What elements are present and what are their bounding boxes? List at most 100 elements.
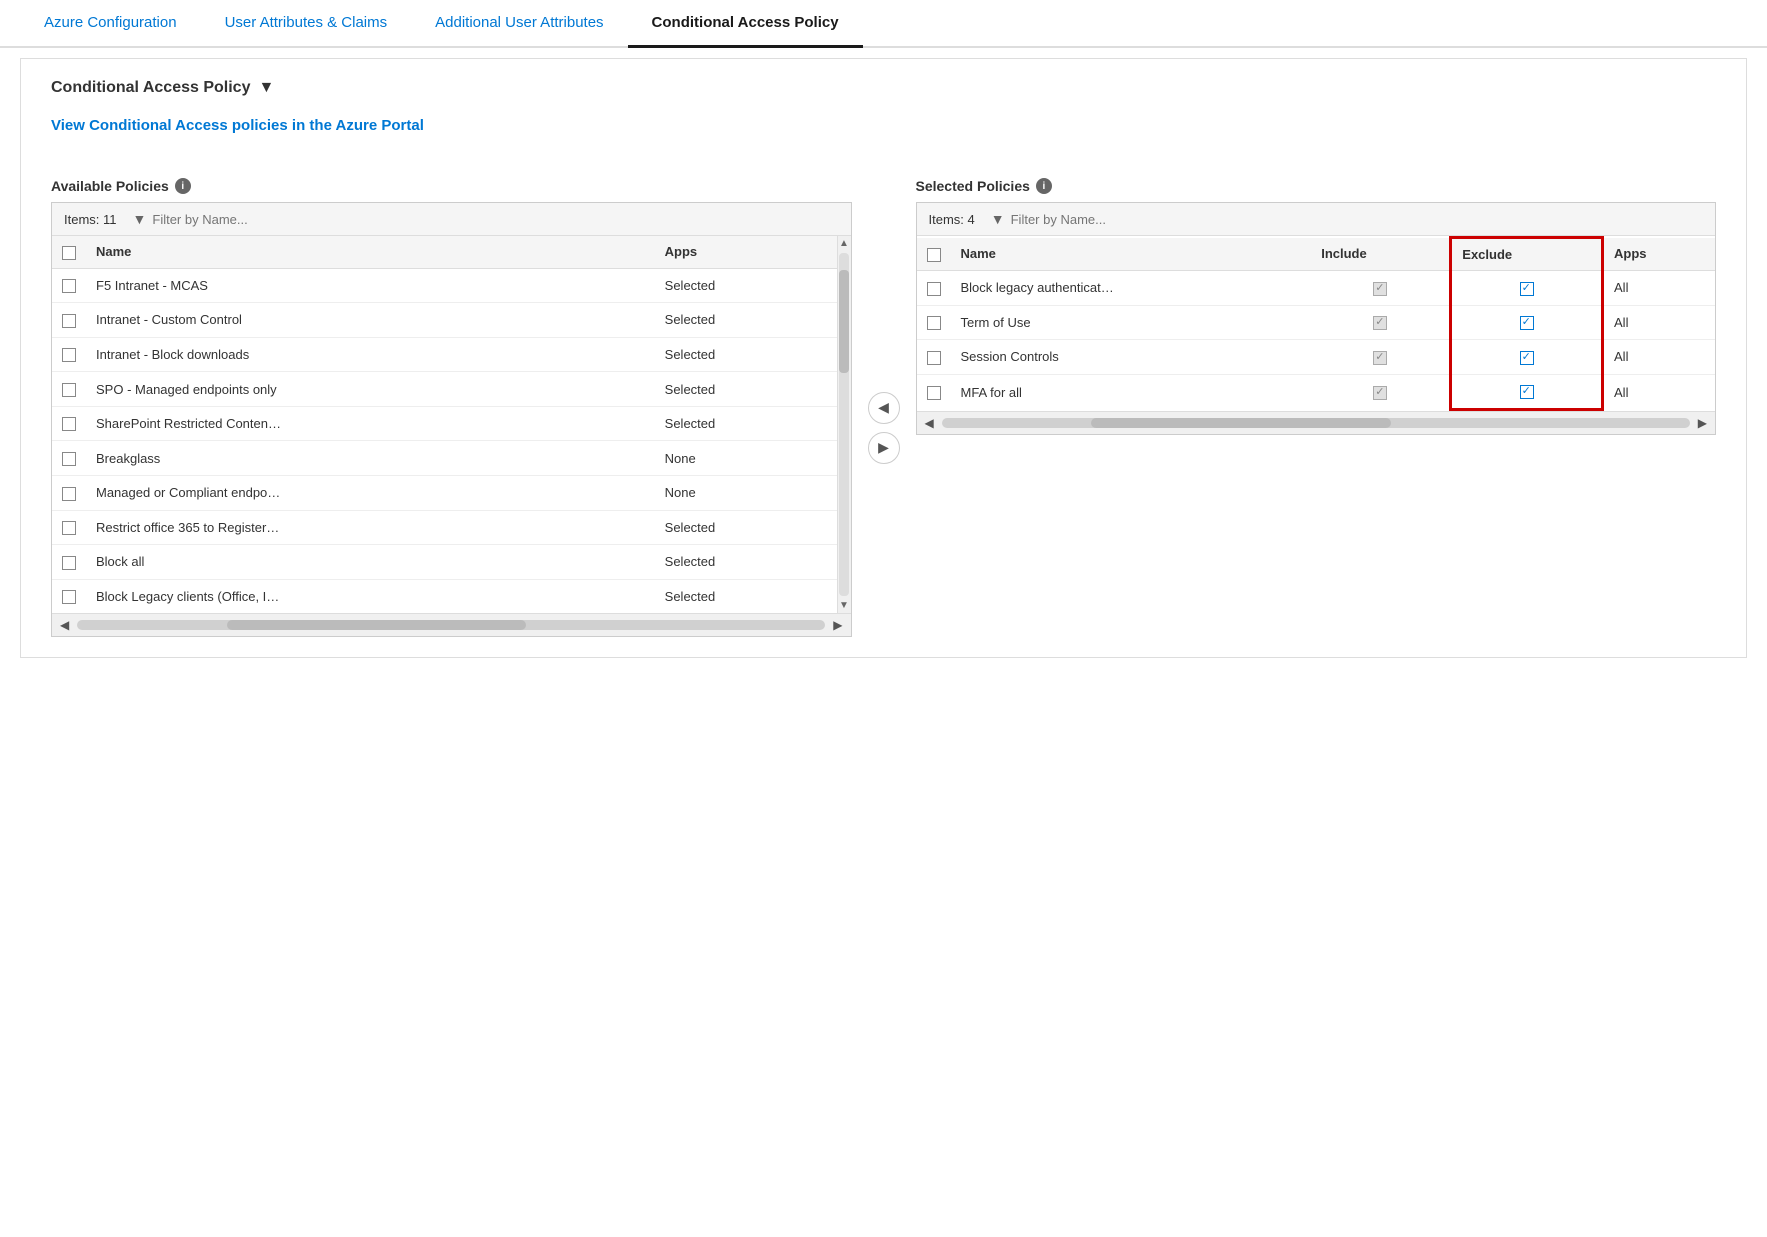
available-row-apps-4: Selected bbox=[655, 406, 851, 441]
available-policy-row: Intranet - Custom Control Selected bbox=[52, 303, 851, 338]
selected-scroll-right[interactable]: ▶ bbox=[1698, 416, 1707, 430]
available-row-name-0: F5 Intranet - MCAS bbox=[86, 268, 655, 303]
available-policy-row: Block all Selected bbox=[52, 545, 851, 580]
available-row-checkbox-6[interactable] bbox=[62, 487, 76, 501]
section-dropdown-icon[interactable]: ▼ bbox=[258, 79, 274, 97]
selected-exclude-checkbox-1[interactable] bbox=[1520, 316, 1534, 330]
selected-include-checkbox-1[interactable] bbox=[1373, 316, 1387, 330]
selected-col-apps: Apps bbox=[1603, 238, 1715, 271]
azure-portal-link[interactable]: View Conditional Access policies in the … bbox=[51, 117, 424, 134]
available-row-apps-8: Selected bbox=[655, 545, 851, 580]
available-row-checkbox-8[interactable] bbox=[62, 556, 76, 570]
selected-policy-row: Session Controls All bbox=[917, 340, 1716, 375]
available-row-name-2: Intranet - Block downloads bbox=[86, 337, 655, 372]
available-row-apps-9: Selected bbox=[655, 579, 851, 613]
selected-row-checkbox-1[interactable] bbox=[927, 316, 941, 330]
available-row-checkbox-5[interactable] bbox=[62, 452, 76, 466]
selected-include-checkbox-2[interactable] bbox=[1373, 351, 1387, 365]
available-items-count: Items: 11 bbox=[64, 212, 117, 227]
available-policy-row: SharePoint Restricted Conten… Selected bbox=[52, 406, 851, 441]
selected-row-checkbox-0[interactable] bbox=[927, 282, 941, 296]
available-scroll-thumb bbox=[227, 620, 526, 630]
selected-col-include: Include bbox=[1311, 238, 1451, 271]
available-select-all-checkbox[interactable] bbox=[62, 246, 76, 260]
available-row-apps-1: Selected bbox=[655, 303, 851, 338]
selected-row-include-3 bbox=[1311, 374, 1451, 410]
tab-conditional-access[interactable]: Conditional Access Policy bbox=[628, 0, 863, 48]
available-row-name-9: Block Legacy clients (Office, I… bbox=[86, 579, 655, 613]
selected-row-name-2: Session Controls bbox=[951, 340, 1312, 375]
selected-row-name-3: MFA for all bbox=[951, 374, 1312, 410]
selected-row-exclude-3 bbox=[1451, 374, 1603, 410]
available-row-name-3: SPO - Managed endpoints only bbox=[86, 372, 655, 407]
vert-scroll-down[interactable]: ▼ bbox=[837, 598, 851, 613]
selected-scroll-track[interactable] bbox=[942, 418, 1690, 428]
available-row-checkbox-9[interactable] bbox=[62, 590, 76, 604]
selected-row-apps-1: All bbox=[1603, 305, 1715, 340]
available-row-checkbox-7[interactable] bbox=[62, 521, 76, 535]
selected-row-include-2 bbox=[1311, 340, 1451, 375]
available-row-apps-2: Selected bbox=[655, 337, 851, 372]
selected-exclude-checkbox-3[interactable] bbox=[1520, 385, 1534, 399]
available-row-name-5: Breakglass bbox=[86, 441, 655, 476]
selected-policies-toolbar: Items: 4 ▼ bbox=[917, 203, 1716, 236]
transfer-left-button[interactable]: ◀ bbox=[868, 392, 900, 424]
selected-filter-input[interactable] bbox=[1011, 212, 1703, 227]
available-filter-section: ▼ bbox=[133, 211, 839, 227]
selected-scroll-left[interactable]: ◀ bbox=[925, 416, 934, 430]
available-row-checkbox-2[interactable] bbox=[62, 348, 76, 362]
page-content: Conditional Access Policy ▼ View Conditi… bbox=[20, 58, 1747, 658]
selected-row-name-0: Block legacy authenticat… bbox=[951, 271, 1312, 306]
selected-filter-icon: ▼ bbox=[991, 211, 1005, 227]
tab-azure-config[interactable]: Azure Configuration bbox=[20, 0, 201, 48]
available-policy-row: SPO - Managed endpoints only Selected bbox=[52, 372, 851, 407]
selected-filter-section: ▼ bbox=[991, 211, 1703, 227]
available-policy-row: Block Legacy clients (Office, I… Selecte… bbox=[52, 579, 851, 613]
transfer-buttons: ◀ ▶ bbox=[852, 392, 916, 464]
tab-additional-user-attributes[interactable]: Additional User Attributes bbox=[411, 0, 627, 48]
available-row-name-1: Intranet - Custom Control bbox=[86, 303, 655, 338]
vert-scroll-track[interactable] bbox=[839, 253, 849, 596]
available-filter-input[interactable] bbox=[152, 212, 838, 227]
available-policies-table-container: Items: 11 ▼ Name Apps bbox=[51, 202, 852, 637]
tab-user-attributes[interactable]: User Attributes & Claims bbox=[201, 0, 412, 48]
selected-row-exclude-1 bbox=[1451, 305, 1603, 340]
available-policies-table: Name Apps F5 Intranet - MCAS Selected In… bbox=[52, 236, 851, 613]
left-table-wrapper: Name Apps F5 Intranet - MCAS Selected In… bbox=[52, 236, 851, 613]
available-scroll-left[interactable]: ◀ bbox=[60, 618, 69, 632]
available-vert-scrollbar[interactable]: ▲ ▼ bbox=[837, 236, 851, 613]
vert-scroll-up[interactable]: ▲ bbox=[837, 236, 851, 251]
selected-include-checkbox-0[interactable] bbox=[1373, 282, 1387, 296]
selected-row-checkbox-3[interactable] bbox=[927, 386, 941, 400]
selected-exclude-checkbox-0[interactable] bbox=[1520, 282, 1534, 296]
available-policy-row: F5 Intranet - MCAS Selected bbox=[52, 268, 851, 303]
selected-h-scrollbar[interactable]: ◀ ▶ bbox=[917, 411, 1716, 434]
transfer-right-button[interactable]: ▶ bbox=[868, 432, 900, 464]
available-policies-info-icon[interactable]: i bbox=[175, 178, 191, 194]
selected-row-apps-0: All bbox=[1603, 271, 1715, 306]
selected-policies-label: Selected Policies i bbox=[916, 178, 1717, 194]
available-row-checkbox-1[interactable] bbox=[62, 314, 76, 328]
selected-include-checkbox-3[interactable] bbox=[1373, 386, 1387, 400]
selected-exclude-checkbox-2[interactable] bbox=[1520, 351, 1534, 365]
selected-row-apps-3: All bbox=[1603, 374, 1715, 410]
selected-select-all-checkbox[interactable] bbox=[927, 248, 941, 262]
available-row-checkbox-4[interactable] bbox=[62, 417, 76, 431]
available-row-checkbox-3[interactable] bbox=[62, 383, 76, 397]
selected-row-name-1: Term of Use bbox=[951, 305, 1312, 340]
selected-row-apps-2: All bbox=[1603, 340, 1715, 375]
selected-policies-info-icon[interactable]: i bbox=[1036, 178, 1052, 194]
selected-row-checkbox-2[interactable] bbox=[927, 351, 941, 365]
selected-row-exclude-0 bbox=[1451, 271, 1603, 306]
available-scroll-right[interactable]: ▶ bbox=[833, 618, 842, 632]
selected-policies-table-container: Items: 4 ▼ Name Include Exclude bbox=[916, 202, 1717, 435]
selected-col-name: Name bbox=[951, 238, 1312, 271]
available-row-apps-3: Selected bbox=[655, 372, 851, 407]
available-row-name-8: Block all bbox=[86, 545, 655, 580]
available-policy-row: Intranet - Block downloads Selected bbox=[52, 337, 851, 372]
available-scroll-track[interactable] bbox=[77, 620, 825, 630]
available-h-scrollbar[interactable]: ◀ ▶ bbox=[52, 613, 851, 636]
selected-policies-table: Name Include Exclude Apps Block legacy a… bbox=[917, 236, 1716, 411]
available-row-apps-5: None bbox=[655, 441, 851, 476]
available-row-checkbox-0[interactable] bbox=[62, 279, 76, 293]
